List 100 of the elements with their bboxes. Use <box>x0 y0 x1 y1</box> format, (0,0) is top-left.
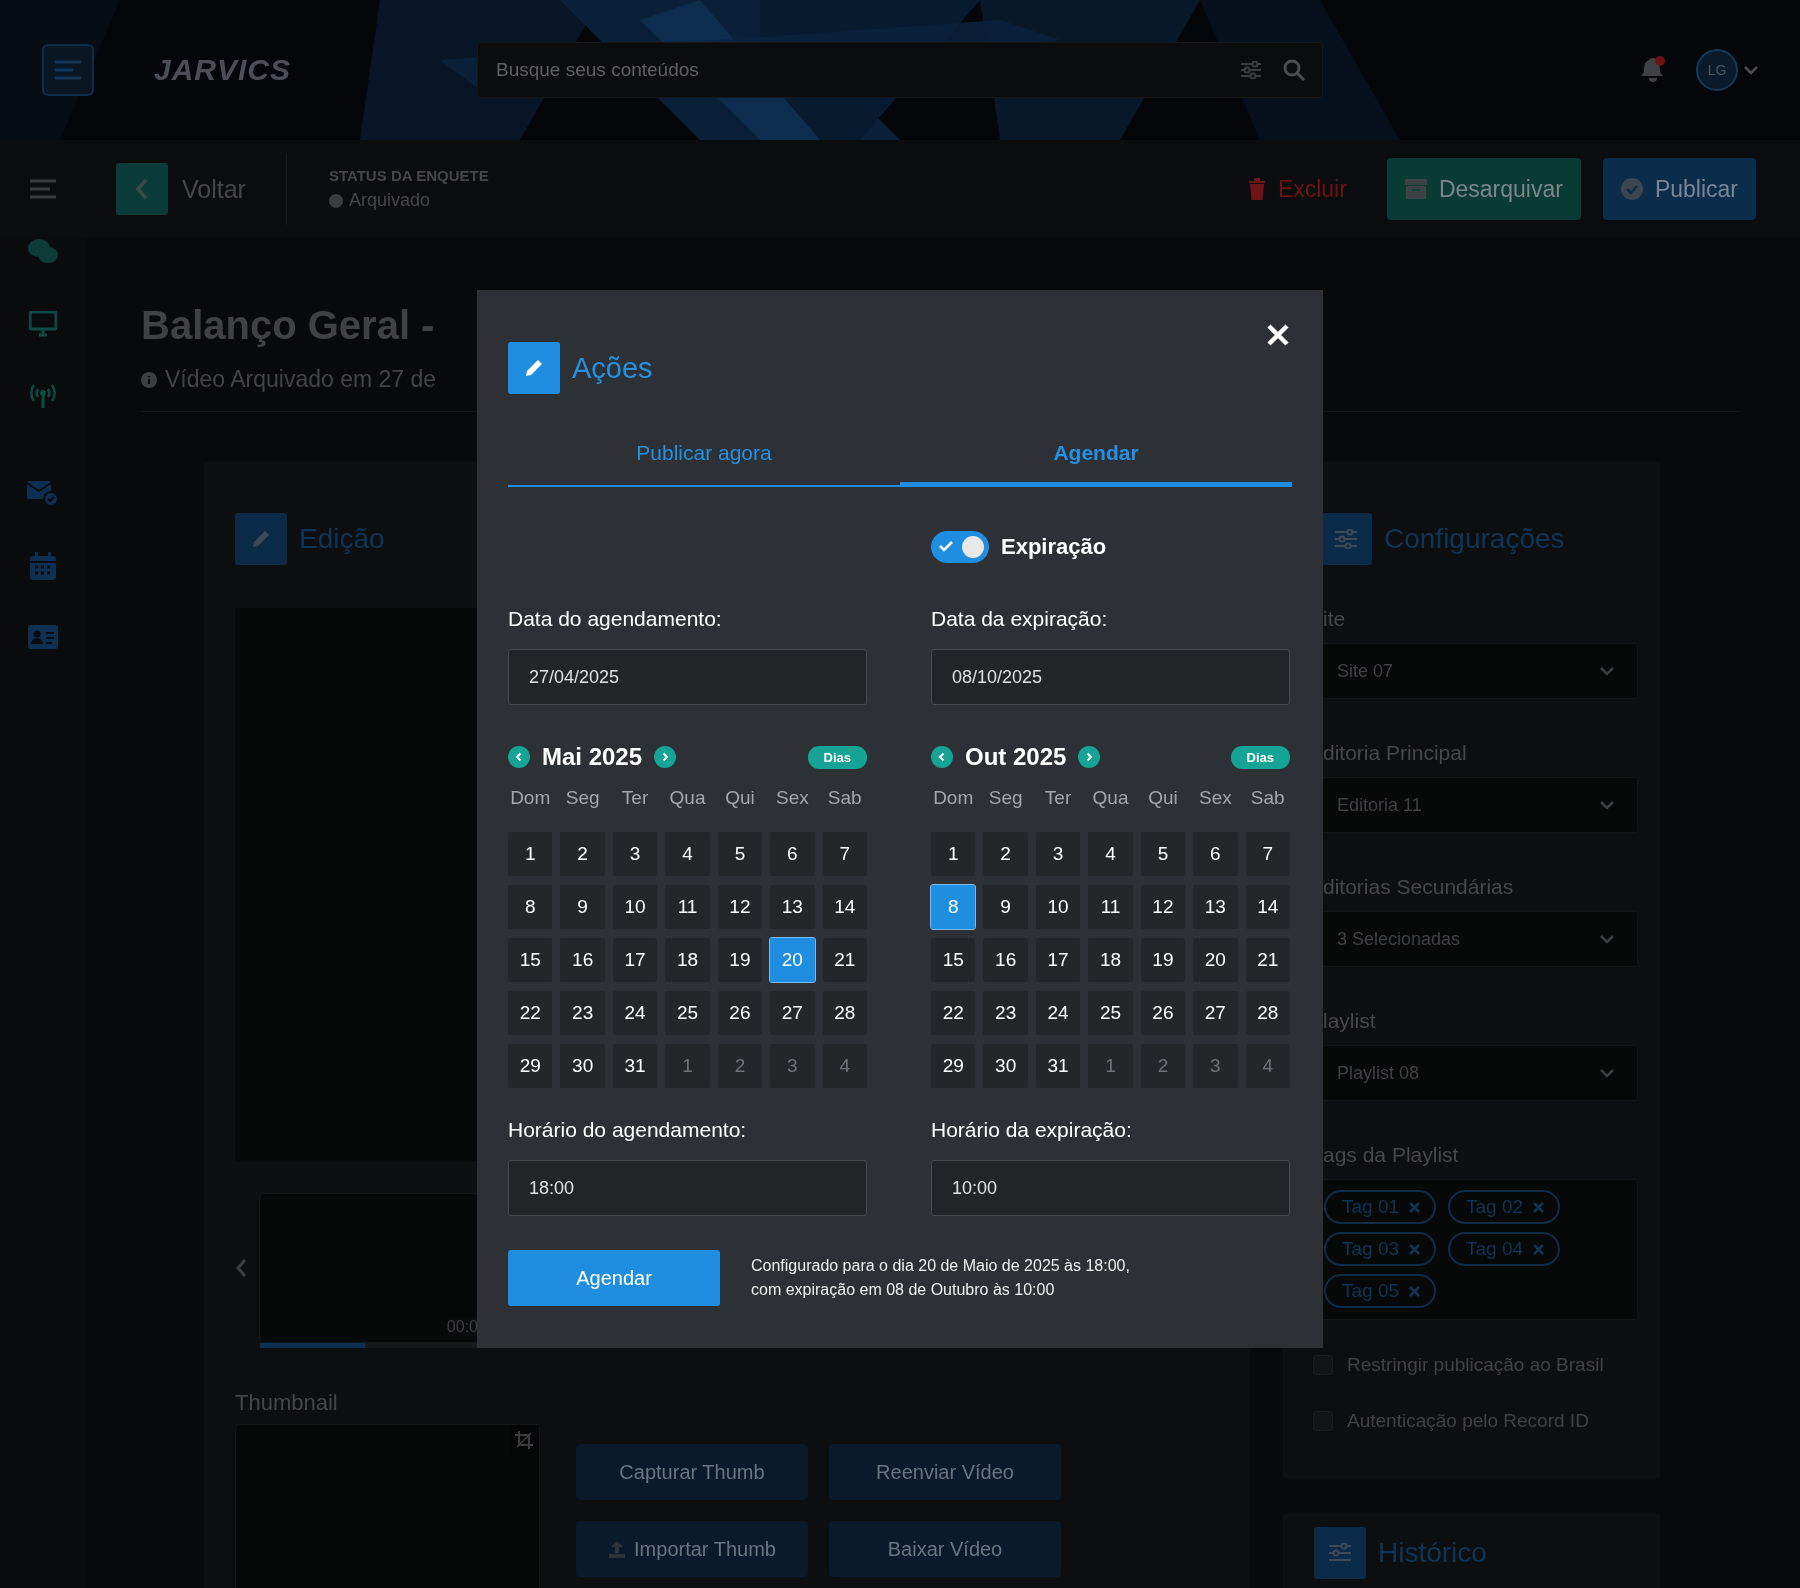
date-field[interactable]: 08/10/2025 <box>931 649 1290 705</box>
action-button[interactable]: Reenviar Vídeo <box>829 1444 1061 1500</box>
calendar-day[interactable]: 27 <box>770 991 815 1035</box>
calendar-day[interactable]: 19 <box>1140 938 1186 982</box>
calendar-day[interactable]: 25 <box>665 991 710 1035</box>
time-field[interactable]: 18:00 <box>508 1160 867 1216</box>
search-field[interactable]: Busque seus conteúdos <box>477 42 1323 98</box>
check-circle-icon <box>1620 178 1643 200</box>
calendar-day[interactable]: 9 <box>983 885 1028 929</box>
calendar-day[interactable]: 7 <box>1245 832 1290 876</box>
calendar-day[interactable]: 3 <box>612 832 658 876</box>
calendar-day[interactable]: 24 <box>1035 991 1081 1035</box>
calendar-day[interactable]: 21 <box>822 938 867 982</box>
time-field[interactable]: 10:00 <box>931 1160 1290 1216</box>
field-label: ditorias Secundárias <box>1323 875 1515 899</box>
remove-icon <box>1409 1243 1421 1255</box>
chevron-left-icon <box>937 752 947 762</box>
weekday-label: Dom <box>509 787 552 809</box>
calendar-day[interactable]: 4 <box>1088 832 1133 876</box>
calendar-day[interactable]: 26 <box>1140 991 1186 1035</box>
calendar-day[interactable]: 7 <box>822 832 867 876</box>
upload-icon <box>608 1540 627 1558</box>
calendar-day[interactable]: 1 <box>931 832 976 876</box>
card-title: Edição <box>299 523 385 555</box>
calendar-day[interactable]: 16 <box>560 938 605 982</box>
calendar-day[interactable]: 28 <box>1245 991 1290 1035</box>
calendar-day[interactable]: 31 <box>1035 1044 1081 1088</box>
previous-month-button[interactable] <box>508 746 530 768</box>
calendar-day[interactable]: 5 <box>717 832 763 876</box>
calendar-day[interactable]: 8 <box>931 885 976 929</box>
remove-icon <box>1409 1285 1421 1297</box>
calendar-day[interactable]: 11 <box>665 885 710 929</box>
calendar-day[interactable]: 12 <box>717 885 763 929</box>
calendar-day[interactable]: 15 <box>931 938 976 982</box>
calendar-day[interactable]: 16 <box>983 938 1028 982</box>
calendar-day[interactable]: 13 <box>1193 885 1238 929</box>
schedule-button[interactable]: Agendar <box>508 1250 720 1306</box>
calendar-day[interactable]: 23 <box>983 991 1028 1035</box>
thumbnail-label: Thumbnail <box>235 1390 339 1416</box>
calendar-day[interactable]: 23 <box>560 991 605 1035</box>
calendar-day[interactable]: 30 <box>983 1044 1028 1088</box>
calendar-day[interactable]: 11 <box>1088 885 1133 929</box>
calendar-day[interactable]: 6 <box>1193 832 1238 876</box>
calendar-day[interactable]: 21 <box>1245 938 1290 982</box>
calendar-day[interactable]: 24 <box>612 991 658 1035</box>
date-field[interactable]: 27/04/2025 <box>508 649 867 705</box>
calendar-day[interactable]: 10 <box>612 885 658 929</box>
calendar-day[interactable]: 4 <box>665 832 710 876</box>
schedule-summary: Configurado para o dia 20 de Maio de 2025 às 18:00, com expiração em 08 de Outubro às 10:00 <box>751 1256 1130 1300</box>
weekday-label: Qui <box>724 787 756 809</box>
calendar-day[interactable]: 28 <box>822 991 867 1035</box>
action-button[interactable]: Baixar Vídeo <box>829 1521 1061 1577</box>
calendar-day[interactable]: 14 <box>1245 885 1290 929</box>
calendar-day[interactable]: 26 <box>717 991 763 1035</box>
check-icon <box>939 540 953 552</box>
calendar-day[interactable]: 20 <box>770 938 815 982</box>
calendar-day[interactable]: 9 <box>560 885 605 929</box>
field-label: ditoria Principal <box>1323 741 1468 765</box>
calendar-day[interactable]: 10 <box>1035 885 1081 929</box>
calendar-day[interactable]: 12 <box>1140 885 1186 929</box>
calendar-day[interactable]: 30 <box>560 1044 605 1088</box>
calendar-day[interactable]: 19 <box>717 938 763 982</box>
calendar-day[interactable]: 31 <box>612 1044 658 1088</box>
calendar-day[interactable]: 2 <box>983 832 1028 876</box>
tab[interactable]: Agendar <box>900 432 1292 487</box>
publish-button[interactable]: Publicar <box>1602 158 1756 220</box>
calendar-day[interactable]: 29 <box>508 1044 553 1088</box>
calendar-day[interactable]: 14 <box>822 885 867 929</box>
card-title: Configurações <box>1384 523 1565 555</box>
calendar-day[interactable]: 17 <box>1035 938 1081 982</box>
calendar-day[interactable]: 15 <box>508 938 553 982</box>
calendar-day[interactable]: 22 <box>931 991 976 1035</box>
calendar-day[interactable]: 18 <box>665 938 710 982</box>
status-dot <box>328 193 343 208</box>
expiration-toggle[interactable] <box>931 531 989 563</box>
calendar-day[interactable]: 20 <box>1193 938 1238 982</box>
calendar-day[interactable]: 18 <box>1088 938 1133 982</box>
action-button[interactable]: Capturar Thumb <box>576 1444 808 1500</box>
calendar-day[interactable]: 22 <box>508 991 553 1035</box>
next-month-button[interactable] <box>654 746 677 768</box>
calendar-day[interactable]: 13 <box>770 885 815 929</box>
calendar-day[interactable]: 27 <box>1193 991 1238 1035</box>
calendar-day[interactable]: 2 <box>560 832 605 876</box>
tab[interactable]: Publicar agora <box>508 432 900 487</box>
calendar-day[interactable]: 25 <box>1088 991 1133 1035</box>
calendar-day[interactable]: 17 <box>612 938 658 982</box>
calendar-day[interactable]: 29 <box>931 1044 976 1088</box>
monitor-icon <box>28 311 57 337</box>
pencil-glyph-icon <box>523 357 545 379</box>
calendar-day[interactable]: 1 <box>508 832 553 876</box>
previous-month-button[interactable] <box>931 746 953 768</box>
calendar-day[interactable]: 3 <box>1035 832 1081 876</box>
calendar-day[interactable]: 8 <box>508 885 553 929</box>
next-month-button[interactable] <box>1078 746 1101 768</box>
import-button[interactable]: Importar Thumb <box>576 1521 808 1577</box>
calendar-day[interactable]: 5 <box>1140 832 1186 876</box>
weekday-label: Qua <box>1091 787 1130 809</box>
archive-box-icon <box>1404 179 1427 199</box>
calendar-day[interactable]: 6 <box>770 832 815 876</box>
remove-icon <box>1409 1201 1421 1213</box>
